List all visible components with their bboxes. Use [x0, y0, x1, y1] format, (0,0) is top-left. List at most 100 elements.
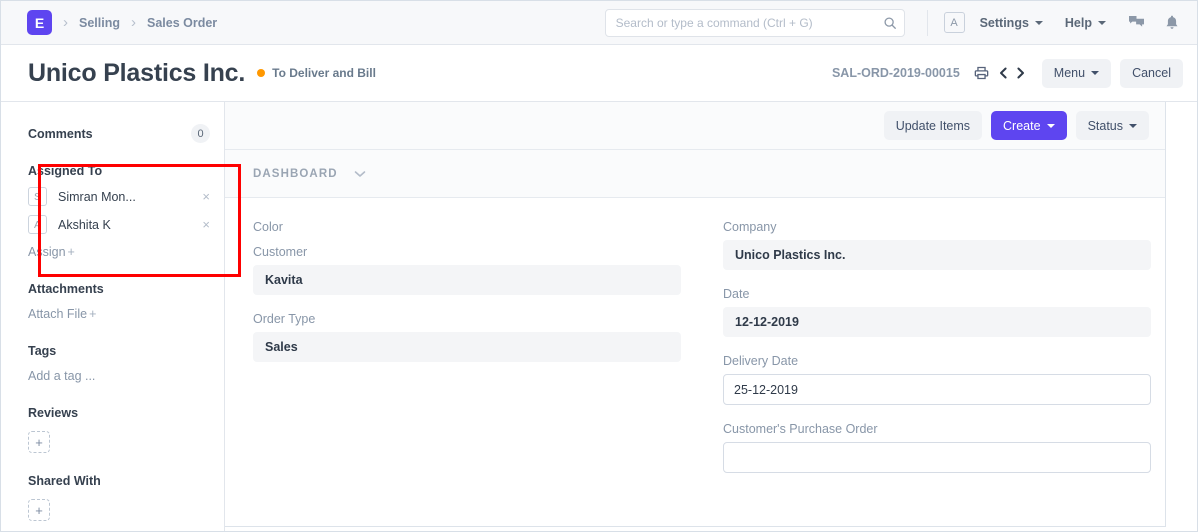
breadcrumb-item-selling[interactable]: Selling [79, 16, 120, 30]
field-label: Color [253, 220, 681, 234]
shared-with-section: Shared With + [28, 474, 210, 521]
attach-file-button[interactable]: Attach File+ [28, 307, 96, 321]
menu-button-label: Menu [1054, 66, 1085, 80]
search-input[interactable] [605, 9, 905, 37]
plus-icon: + [89, 307, 96, 321]
nav-settings-label: Settings [980, 16, 1029, 30]
field-label: Order Type [253, 312, 681, 326]
field-value[interactable]: Unico Plastics Inc. [723, 240, 1151, 270]
chat-bubbles-icon[interactable] [1128, 15, 1145, 30]
field-label: Delivery Date [723, 354, 1151, 368]
form-tabs: DASHBOARD [225, 150, 1165, 198]
tags-label: Tags [28, 344, 210, 358]
plus-icon: + [68, 245, 75, 259]
add-tag-input[interactable]: Add a tag ... [28, 369, 95, 383]
breadcrumb-item-sales-order[interactable]: Sales Order [147, 16, 217, 30]
nav-settings-menu[interactable]: Settings [980, 16, 1043, 30]
attachments-label: Attachments [28, 282, 210, 296]
assignee-name: Akshita K [58, 218, 202, 232]
printer-icon[interactable] [974, 66, 989, 80]
chevron-down-icon [1129, 124, 1137, 128]
notification-bell-icon[interactable] [1165, 15, 1179, 31]
top-navbar: E › Selling › Sales Order A Settings Hel… [1, 1, 1197, 45]
form-column-right: Company Unico Plastics Inc. Date 12-12-2… [723, 220, 1151, 526]
sidebar-item-comments[interactable]: Comments 0 [28, 124, 210, 143]
reviews-section: Reviews + [28, 406, 210, 453]
chevron-down-icon[interactable] [354, 170, 366, 178]
attach-file-label: Attach File [28, 307, 87, 321]
field-value[interactable]: 12-12-2019 [723, 307, 1151, 337]
avatar: A [28, 215, 47, 234]
assignee-name: Simran Mon... [58, 190, 202, 204]
application-window: E › Selling › Sales Order A Settings Hel… [0, 0, 1198, 532]
app-logo[interactable]: E [27, 10, 52, 35]
close-icon[interactable]: × [202, 218, 210, 231]
update-items-button[interactable]: Update Items [884, 111, 982, 140]
shared-with-label: Shared With [28, 474, 210, 488]
add-share-button[interactable]: + [28, 499, 50, 521]
assigned-to-label: Assigned To [28, 164, 210, 178]
chevron-down-icon [1047, 124, 1055, 128]
nav-help-label: Help [1065, 16, 1092, 30]
status-button-label: Status [1088, 119, 1123, 133]
field-customers-purchase-order[interactable]: Customer's Purchase Order [723, 422, 1151, 473]
chevron-left-icon[interactable] [998, 66, 1009, 80]
chevron-down-icon [1098, 21, 1106, 25]
comments-count: 0 [191, 124, 210, 143]
field-value[interactable]: Kavita [253, 265, 681, 295]
page-title: Unico Plastics Inc. [28, 59, 245, 88]
breadcrumb-separator-icon: › [63, 15, 68, 30]
close-icon[interactable]: × [202, 190, 210, 203]
comments-label: Comments [28, 127, 93, 141]
field-label: Customer's Purchase Order [723, 422, 1151, 436]
delivery-date-input[interactable] [723, 374, 1151, 405]
document-title-bar: Unico Plastics Inc. To Deliver and Bill … [1, 45, 1197, 102]
status-dot-icon [257, 69, 265, 77]
search-icon[interactable] [883, 16, 897, 30]
avatar[interactable]: A [944, 12, 965, 33]
field-value[interactable]: Sales [253, 332, 681, 362]
tab-dashboard[interactable]: DASHBOARD [253, 168, 338, 180]
list-item[interactable]: S Simran Mon... × [28, 187, 210, 206]
purchase-order-input[interactable] [723, 442, 1151, 473]
field-label: Customer [253, 245, 681, 259]
document-id: SAL-ORD-2019-00015 [832, 66, 960, 80]
chevron-down-icon [1035, 21, 1043, 25]
assigned-to-section: Assigned To S Simran Mon... × A Akshita … [28, 164, 210, 261]
create-button-label: Create [1003, 119, 1041, 133]
field-customer[interactable]: Customer Kavita [253, 245, 681, 295]
field-label: Company [723, 220, 1151, 234]
status-label: To Deliver and Bill [272, 66, 376, 80]
field-order-type[interactable]: Order Type Sales [253, 312, 681, 362]
form-column-left: Color Customer Kavita Order Type Sales [253, 220, 681, 526]
search-container [605, 9, 905, 37]
attachments-section: Attachments Attach File+ [28, 282, 210, 323]
form-fields: Color Customer Kavita Order Type Sales [225, 198, 1165, 526]
breadcrumb-separator-icon: › [131, 15, 136, 30]
nav-help-menu[interactable]: Help [1065, 16, 1106, 30]
cancel-button[interactable]: Cancel [1120, 59, 1183, 88]
field-label: Date [723, 287, 1151, 301]
field-color: Color [253, 220, 681, 234]
tags-section: Tags Add a tag ... [28, 344, 210, 385]
status-button[interactable]: Status [1076, 111, 1149, 140]
main-content: Update Items Create Status DASHBOARD [225, 102, 1197, 532]
field-company[interactable]: Company Unico Plastics Inc. [723, 220, 1151, 270]
chevron-down-icon [1091, 71, 1099, 75]
field-date[interactable]: Date 12-12-2019 [723, 287, 1151, 337]
field-delivery-date[interactable]: Delivery Date [723, 354, 1151, 405]
create-button[interactable]: Create [991, 111, 1067, 140]
menu-button[interactable]: Menu [1042, 59, 1111, 88]
assign-button[interactable]: Assign+ [28, 245, 75, 259]
chevron-right-icon[interactable] [1015, 66, 1026, 80]
list-item[interactable]: A Akshita K × [28, 215, 210, 234]
reviews-label: Reviews [28, 406, 210, 420]
form-card: Update Items Create Status DASHBOARD [225, 102, 1166, 527]
page-body: Comments 0 Assigned To S Simran Mon... ×… [1, 102, 1197, 532]
add-review-button[interactable]: + [28, 431, 50, 453]
navbar-divider [927, 10, 928, 36]
assign-label: Assign [28, 245, 66, 259]
avatar: S [28, 187, 47, 206]
status-badge: To Deliver and Bill [257, 66, 376, 80]
form-toolbar: Update Items Create Status [225, 102, 1165, 150]
